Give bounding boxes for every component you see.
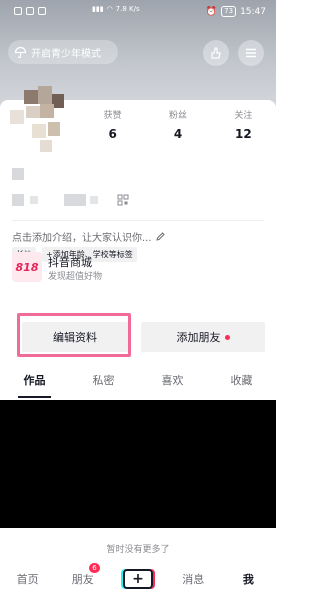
account-id-redacted xyxy=(12,194,24,206)
username-redacted xyxy=(12,168,24,180)
status-time: 15:47 xyxy=(240,6,266,17)
status-bar: ▮▮▮ ◠ 7.8 K/s ⏰ 73 15:47 xyxy=(0,0,276,22)
edit-profile-label: 编辑资料 xyxy=(53,331,97,344)
tab-likes[interactable]: 喜欢 xyxy=(138,372,207,398)
signal-icon: ▮▮▮ xyxy=(92,5,104,13)
add-friend-button[interactable]: 添加朋友 xyxy=(141,322,265,352)
alarm-icon: ⏰ xyxy=(205,6,218,17)
status-right: ⏰ 73 15:47 xyxy=(206,6,266,17)
stat-likes[interactable]: 获赞 6 xyxy=(80,108,145,141)
mall-subtitle: 发现超值好物 xyxy=(48,272,103,282)
visitor-button[interactable] xyxy=(203,40,229,66)
mall-title[interactable]: 抖音商城 xyxy=(48,254,92,270)
menu-button[interactable] xyxy=(238,40,264,66)
stat-value: 12 xyxy=(234,127,252,141)
stat-value: 6 xyxy=(108,127,117,141)
battery-indicator: 73 xyxy=(221,6,237,17)
menu-icon xyxy=(246,48,256,58)
status-notification-icons xyxy=(14,7,46,15)
wifi-icon: ◠ xyxy=(106,5,113,13)
stat-label: 获赞 xyxy=(103,111,122,121)
notification-icon xyxy=(26,7,34,15)
mall-logo-text: 818 xyxy=(15,260,39,274)
create-plus-icon: + xyxy=(123,569,153,589)
divider xyxy=(12,220,264,221)
status-network: ▮▮▮ ◠ 7.8 K/s xyxy=(92,5,140,13)
edit-profile-button[interactable]: 编辑资料 xyxy=(22,322,128,352)
stat-label: 粉丝 xyxy=(168,111,187,121)
content-tabs: 作品 私密 喜欢 收藏 xyxy=(0,372,276,398)
qr-code-icon[interactable] xyxy=(117,194,129,206)
nav-messages[interactable]: 消息 xyxy=(166,571,221,587)
stat-value: 4 xyxy=(173,127,183,141)
stat-followers[interactable]: 粉丝 4 xyxy=(145,108,210,141)
umbrella-icon xyxy=(14,46,27,58)
network-speed: 7.8 K/s xyxy=(115,5,140,13)
tab-works[interactable]: 作品 xyxy=(0,372,69,398)
stat-label: 关注 xyxy=(234,111,253,121)
nav-me[interactable]: 我 xyxy=(221,571,276,587)
nav-friends[interactable]: 朋友 6 xyxy=(55,563,110,587)
tab-favorites[interactable]: 收藏 xyxy=(207,372,276,398)
profile-stats: 获赞 6 粉丝 4 关注 12 xyxy=(80,108,276,141)
stat-following[interactable]: 关注 12 xyxy=(211,108,276,141)
friends-badge: 6 xyxy=(89,563,100,573)
teen-mode-button[interactable]: 开启青少年模式 xyxy=(8,40,118,64)
notification-dot xyxy=(224,334,230,340)
bottom-nav: 首页 朋友 6 + 消息 我 xyxy=(0,558,276,600)
tab-private[interactable]: 私密 xyxy=(69,372,138,398)
edit-pencil-icon xyxy=(155,232,165,241)
bio-add-intro[interactable]: 点击添加介绍，让大家认识你... xyxy=(12,229,166,244)
notification-icon xyxy=(38,7,46,15)
account-id-redacted xyxy=(64,194,86,206)
mall-logo[interactable]: 818 xyxy=(12,252,42,282)
nav-friends-label: 朋友 xyxy=(71,573,94,586)
bio-placeholder: 点击添加介绍，让大家认识你... xyxy=(12,233,152,244)
no-more-text: 暂时没有更多了 xyxy=(106,545,170,555)
nav-create[interactable]: + xyxy=(110,569,165,589)
notification-icon xyxy=(14,7,22,15)
video-thumbnail[interactable] xyxy=(0,400,276,528)
teen-mode-label: 开启青少年模式 xyxy=(31,48,101,60)
account-id-redacted xyxy=(90,196,98,204)
avatar[interactable] xyxy=(10,84,72,156)
account-id-redacted xyxy=(30,196,38,204)
footprint-icon xyxy=(211,47,221,59)
add-friend-label: 添加朋友 xyxy=(176,331,221,344)
nav-home[interactable]: 首页 xyxy=(0,571,55,587)
